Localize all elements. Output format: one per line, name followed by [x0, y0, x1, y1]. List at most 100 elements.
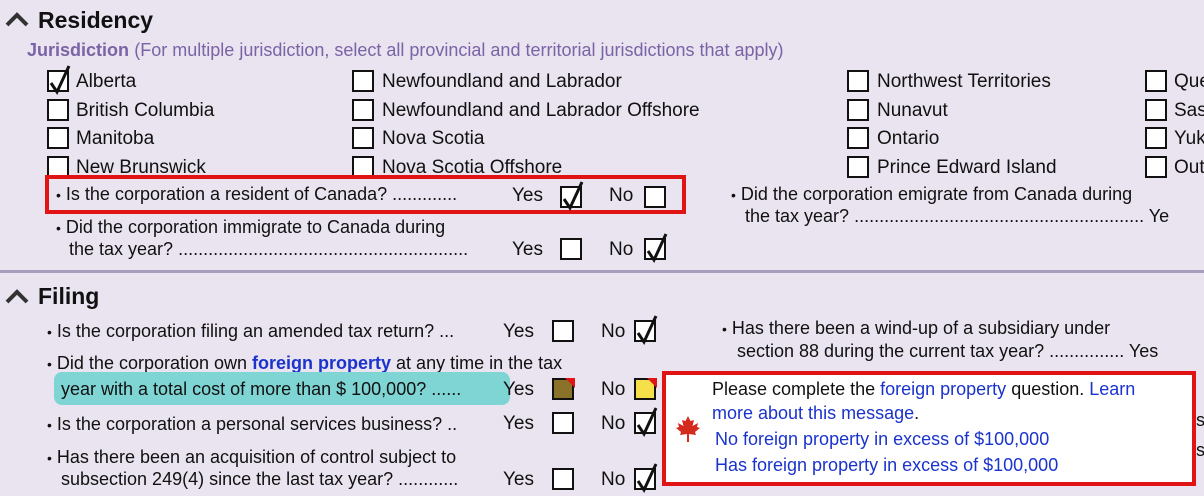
- acquisition-yes-checkbox[interactable]: [552, 468, 574, 490]
- label-quebec: Que: [1174, 71, 1204, 92]
- label-nunavut: Nunavut: [877, 100, 948, 121]
- immigrate-no-checkbox[interactable]: [644, 233, 668, 264]
- label-british-columbia: British Columbia: [76, 100, 215, 121]
- checkmark-icon: [562, 181, 584, 212]
- label-northwest-territories: Northwest Territories: [877, 71, 1051, 92]
- checkmark-icon: [646, 233, 668, 264]
- popup-learn-link[interactable]: Learn: [1089, 379, 1135, 399]
- question-windup-text-2: section 88 during the current tax year? …: [737, 341, 1159, 361]
- question-immigrate: • Did the corporation immigrate to Canad…: [56, 217, 445, 238]
- checkbox-northwest-territories[interactable]: [847, 70, 869, 92]
- jurisdiction-label: Jurisdiction: [27, 40, 130, 60]
- bullet-icon: •: [47, 450, 52, 466]
- immigrate-no-label: No: [609, 239, 634, 260]
- label-prince-edward-island: Prince Edward Island: [877, 157, 1057, 178]
- resident-no-checkbox[interactable]: [644, 186, 666, 208]
- bullet-icon: •: [47, 356, 52, 372]
- foreign-no-label: No: [601, 379, 626, 400]
- jurisdiction-heading: Jurisdiction (For multiple jurisdiction,…: [27, 40, 784, 62]
- acquisition-no-label: No: [601, 469, 626, 490]
- question-windup: • Has there been a wind-up of a subsidia…: [722, 318, 1110, 339]
- question-emigrate-text-1: Did the corporation emigrate from Canada…: [740, 184, 1133, 204]
- foreign-yes-checkbox[interactable]: [552, 378, 575, 400]
- question-foreign-text-2: year with a total cost of more than $ 10…: [61, 379, 462, 399]
- label-alberta: Alberta: [76, 71, 137, 92]
- popup-message-a: Please complete the: [712, 379, 881, 399]
- maple-leaf-icon: [676, 416, 700, 442]
- popup-learn-more-link[interactable]: more about this message: [712, 403, 914, 423]
- bullet-icon: •: [47, 417, 52, 433]
- question-resident-text: Is the corporation a resident of Canada?…: [65, 184, 458, 204]
- foreign-property-link[interactable]: foreign property: [252, 353, 391, 373]
- amended-yes-label: Yes: [503, 321, 534, 342]
- resident-yes-label: Yes: [512, 185, 543, 206]
- question-acquisition: • Has there been an acquisition of contr…: [47, 447, 456, 468]
- foreign-property-popup: Please complete the foreign property que…: [662, 371, 1196, 486]
- question-resident: • Is the corporation a resident of Canad…: [56, 184, 457, 205]
- popup-message-line2: more about this message.: [712, 403, 919, 424]
- resident-yes-checkbox[interactable]: [560, 181, 584, 212]
- section-title-residency: Residency: [38, 7, 154, 33]
- jurisdiction-hint: (For multiple jurisdiction, select all p…: [134, 40, 784, 60]
- label-ontario: Ontario: [877, 128, 940, 149]
- label-yukon: Yuk: [1174, 128, 1204, 149]
- bullet-icon: •: [722, 321, 727, 337]
- popup-period: .: [914, 403, 920, 423]
- checkbox-ontario[interactable]: [847, 127, 869, 149]
- label-newfoundland-offshore: Newfoundland and Labrador Offshore: [382, 100, 700, 121]
- section-title-filing: Filing: [38, 283, 100, 309]
- bullet-icon: •: [56, 220, 61, 236]
- clipped-text: s: [1196, 410, 1204, 430]
- popup-foreign-property-link[interactable]: foreign property: [880, 379, 1006, 399]
- chevron-up-icon[interactable]: [5, 288, 29, 304]
- question-personal-text: Is the corporation a personal services b…: [56, 414, 458, 434]
- checkbox-nunavut[interactable]: [847, 99, 869, 121]
- section-divider: [0, 270, 1204, 273]
- resident-no-label: No: [609, 185, 634, 206]
- checkmark-icon: [49, 65, 71, 96]
- label-manitoba: Manitoba: [76, 128, 155, 149]
- checkbox-british-columbia[interactable]: [47, 99, 69, 121]
- question-acquisition-text-2: subsection 249(4) since the last tax yea…: [61, 469, 459, 489]
- clipped-text: s: [1196, 440, 1204, 460]
- foreign-no-checkbox[interactable]: [634, 378, 657, 400]
- question-personal: • Is the corporation a personal services…: [47, 414, 457, 435]
- checkbox-newfoundland[interactable]: [352, 70, 374, 92]
- immigrate-yes-checkbox[interactable]: [560, 238, 582, 260]
- question-foreign: • Did the corporation own foreign proper…: [47, 353, 562, 374]
- bullet-icon: •: [56, 187, 61, 203]
- label-outside-canada: Out: [1174, 157, 1204, 178]
- checkbox-manitoba[interactable]: [47, 127, 69, 149]
- question-acquisition-text-1: Has there been an acquisition of control…: [56, 447, 457, 467]
- popup-message-b: question.: [1006, 379, 1090, 399]
- checkbox-outside-canada[interactable]: [1145, 156, 1167, 178]
- popup-option-no-foreign[interactable]: No foreign property in excess of $100,00…: [715, 429, 1049, 450]
- checkbox-newfoundland-offshore[interactable]: [352, 99, 374, 121]
- chevron-up-icon[interactable]: [5, 11, 29, 27]
- error-flag-icon: [647, 378, 657, 388]
- personal-no-checkbox[interactable]: [634, 407, 658, 438]
- acquisition-no-checkbox[interactable]: [634, 463, 658, 494]
- question-emigrate-text-2: the tax year? ..........................…: [745, 206, 1170, 226]
- question-foreign-text-1a: Did the corporation own: [56, 353, 253, 373]
- bullet-icon: •: [731, 187, 736, 203]
- label-newfoundland: Newfoundland and Labrador: [382, 71, 622, 92]
- checkmark-icon: [636, 463, 658, 494]
- label-nova-scotia: Nova Scotia: [382, 128, 485, 149]
- checkbox-saskatchewan[interactable]: [1145, 99, 1167, 121]
- amended-no-checkbox[interactable]: [634, 315, 658, 346]
- checkbox-yukon[interactable]: [1145, 127, 1167, 149]
- question-immigrate-text-1: Did the corporation immigrate to Canada …: [65, 217, 446, 237]
- question-amended-text: Is the corporation filing an amended tax…: [56, 321, 455, 341]
- checkbox-nova-scotia[interactable]: [352, 127, 374, 149]
- checkbox-alberta[interactable]: [47, 65, 71, 96]
- amended-yes-checkbox[interactable]: [552, 320, 574, 342]
- amended-no-label: No: [601, 321, 626, 342]
- checkmark-icon: [636, 407, 658, 438]
- acquisition-yes-label: Yes: [503, 469, 534, 490]
- checkbox-prince-edward-island[interactable]: [847, 156, 869, 178]
- popup-option-has-foreign[interactable]: Has foreign property in excess of $100,0…: [715, 455, 1058, 476]
- checkbox-quebec[interactable]: [1145, 70, 1167, 92]
- personal-yes-checkbox[interactable]: [552, 412, 574, 434]
- bullet-icon: •: [47, 324, 52, 340]
